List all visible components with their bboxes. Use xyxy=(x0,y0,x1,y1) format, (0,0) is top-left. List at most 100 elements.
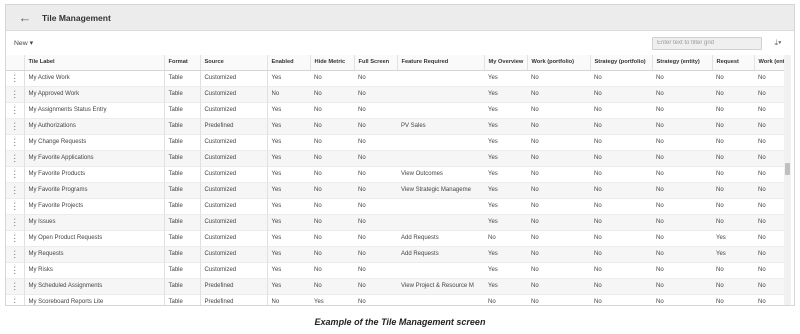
table-row[interactable]: ⋮ My Assignments Status Entry Table Customi… xyxy=(6,102,786,119)
table-cell: Customized xyxy=(200,230,268,247)
column-header[interactable]: Tile Label xyxy=(24,55,165,71)
row-menu-icon[interactable]: ⋮ xyxy=(6,198,25,215)
table-cell: View Strategic Manageme xyxy=(397,182,484,199)
row-menu-icon[interactable]: ⋮ xyxy=(6,118,25,135)
table-row[interactable]: ⋮ My Authorizations Table Predefined Yes No No… xyxy=(6,118,786,135)
title-bar: ← Tile Management xyxy=(6,5,794,31)
table-cell: No xyxy=(754,102,786,119)
column-header[interactable]: Request xyxy=(712,55,755,71)
table-cell: Table xyxy=(164,278,201,295)
table-cell: My Change Requests xyxy=(24,134,165,151)
table-cell: No xyxy=(527,70,590,87)
filter-input[interactable] xyxy=(652,36,762,50)
table-cell: No xyxy=(527,118,590,135)
table-cell: No xyxy=(354,70,397,87)
table-cell: No xyxy=(590,278,652,295)
row-menu-icon[interactable]: ⋮ xyxy=(6,182,25,199)
table-row[interactable]: ⋮ My Risks Table Customized Yes No No Yes No No No… xyxy=(6,262,786,279)
table-cell: PV Sales xyxy=(397,118,484,135)
table-row[interactable]: ⋮ My Change Requests Table Customized Yes No N… xyxy=(6,134,786,151)
table-cell: No xyxy=(590,246,652,263)
table-cell xyxy=(397,86,484,103)
table-cell: No xyxy=(590,294,652,305)
table-cell: No xyxy=(354,246,397,263)
table-cell: Yes xyxy=(267,262,310,279)
row-menu-icon[interactable]: ⋮ xyxy=(6,246,25,263)
row-menu-icon[interactable]: ⋮ xyxy=(6,262,25,279)
table-cell: Table xyxy=(164,230,201,247)
table-cell: Customized xyxy=(200,166,268,183)
column-header[interactable]: Format xyxy=(164,55,201,71)
table-cell: No xyxy=(712,214,754,231)
row-menu-icon[interactable]: ⋮ xyxy=(6,166,25,183)
table-cell: No xyxy=(310,166,354,183)
table-row[interactable]: ⋮ My Favorite Products Table Customized Yes N… xyxy=(6,166,786,183)
chevron-down-icon: ▾ xyxy=(29,40,34,47)
download-icon[interactable]: ⤓▾ xyxy=(770,37,786,50)
row-menu-icon[interactable]: ⋮ xyxy=(6,134,25,151)
back-arrow-icon[interactable]: ← xyxy=(16,9,34,27)
table-cell: No xyxy=(354,198,397,215)
vertical-scrollbar[interactable] xyxy=(784,55,791,305)
column-header[interactable]: Strategy (entity) xyxy=(652,55,713,71)
table-row[interactable]: ⋮ My Favorite Programs Table Customized Yes N… xyxy=(6,182,786,199)
table-row[interactable]: ⋮ My Requests Table Customized Yes No No Add Re… xyxy=(6,246,786,263)
table-cell: No xyxy=(590,70,652,87)
scrollbar-thumb[interactable] xyxy=(785,163,790,175)
table-row[interactable]: ⋮ My Issues Table Customized Yes No No Yes No No N… xyxy=(6,214,786,231)
column-header[interactable]: Work (entity) xyxy=(754,55,787,71)
page-title: Tile Management xyxy=(42,12,111,23)
row-menu-icon[interactable]: ⋮ xyxy=(6,230,25,247)
column-header[interactable]: Strategy (portfolio) xyxy=(590,55,653,71)
column-header[interactable]: Full Screen xyxy=(354,55,398,71)
table-cell: No xyxy=(712,278,754,295)
table-cell: No xyxy=(354,294,397,305)
table-row[interactable]: ⋮ My Open Product Requests Table Customized… xyxy=(6,230,786,247)
row-menu-icon[interactable]: ⋮ xyxy=(6,278,25,295)
table-cell: No xyxy=(310,198,354,215)
column-header[interactable]: Hide Metric xyxy=(310,55,355,71)
table-cell: No xyxy=(712,134,754,151)
table-cell: My Active Work xyxy=(24,70,165,87)
column-header[interactable]: Source xyxy=(200,55,268,71)
column-header[interactable]: My Overview xyxy=(484,55,528,71)
row-menu-icon[interactable]: ⋮ xyxy=(6,102,25,119)
table-cell: Customized xyxy=(200,214,268,231)
table-cell: No xyxy=(527,262,590,279)
table-cell: No xyxy=(712,70,754,87)
table-cell: No xyxy=(590,214,652,231)
column-header[interactable]: Work (portfolio) xyxy=(527,55,591,71)
table-cell: No xyxy=(310,214,354,231)
row-menu-icon[interactable]: ⋮ xyxy=(6,86,25,103)
table-cell: Yes xyxy=(712,230,754,247)
tile-grid: Tile Label Format Source Enabled Hide Me… xyxy=(6,55,794,305)
table-row[interactable]: ⋮ My Approved Work Table Customized No No No Ye… xyxy=(6,86,786,103)
table-cell: Yes xyxy=(267,230,310,247)
table-cell: No xyxy=(527,182,590,199)
table-cell: No xyxy=(354,118,397,135)
menu-column-header xyxy=(6,55,25,71)
table-cell: Customized xyxy=(200,86,268,103)
table-cell: Customized xyxy=(200,182,268,199)
row-menu-icon[interactable]: ⋮ xyxy=(6,214,25,231)
row-menu-icon[interactable]: ⋮ xyxy=(6,294,25,305)
table-cell: No xyxy=(754,150,786,167)
table-row[interactable]: ⋮ My Favorite Projects Table Customized Yes N… xyxy=(6,198,786,215)
column-header[interactable]: Enabled xyxy=(267,55,311,71)
table-cell: No xyxy=(590,182,652,199)
table-cell: Table xyxy=(164,102,201,119)
table-cell: No xyxy=(590,262,652,279)
table-row[interactable]: ⋮ My Active Work Table Customized Yes No No Yes… xyxy=(6,70,786,87)
table-cell: My Favorite Products xyxy=(24,166,165,183)
table-cell: Yes xyxy=(484,262,527,279)
table-row[interactable]: ⋮ My Scheduled Assignments Table Predefined… xyxy=(6,278,786,295)
table-row[interactable]: ⋮ My Scoreboard Reports Lite Table Predefin… xyxy=(6,294,786,305)
row-menu-icon[interactable]: ⋮ xyxy=(6,70,25,87)
table-row[interactable]: ⋮ My Favorite Applications Table Customized… xyxy=(6,150,786,167)
row-menu-icon[interactable]: ⋮ xyxy=(6,150,25,167)
column-header[interactable]: Feature Required xyxy=(397,55,485,71)
table-cell: Predefined xyxy=(200,294,268,305)
table-cell: Yes xyxy=(484,182,527,199)
table-cell: Yes xyxy=(484,118,527,135)
new-button[interactable]: New ▾ xyxy=(14,39,34,48)
